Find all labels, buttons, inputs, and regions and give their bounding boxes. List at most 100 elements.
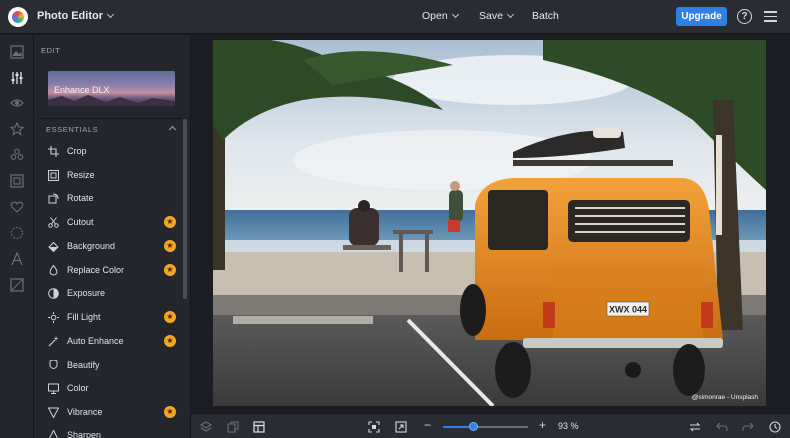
- essentials-section-header[interactable]: ESSENTIALS: [38, 118, 182, 136]
- droplet-icon: [49, 264, 58, 275]
- redo-icon[interactable]: [741, 420, 754, 433]
- fit-screen-icon[interactable]: [367, 420, 380, 433]
- scissors-icon: [48, 216, 59, 228]
- tool-label: Replace Color: [67, 265, 125, 275]
- tool-label: Color: [67, 383, 89, 393]
- bottom-toolbar: − + 93 %: [191, 413, 790, 438]
- app-logo-icon[interactable]: [8, 7, 28, 27]
- text-icon[interactable]: [9, 251, 25, 267]
- eye-icon[interactable]: [9, 95, 25, 111]
- tool-background[interactable]: Background ★: [48, 236, 178, 256]
- tool-label: Fill Light: [67, 312, 101, 322]
- chevron-down-icon: [451, 10, 459, 19]
- resize-icon: [48, 169, 59, 181]
- tool-rail: [0, 35, 34, 438]
- zoom-in-button[interactable]: +: [539, 418, 546, 432]
- tool-label: Vibrance: [67, 407, 103, 417]
- zoom-slider[interactable]: [443, 422, 528, 431]
- tool-label: Exposure: [67, 288, 106, 298]
- wand-icon: [48, 335, 59, 346]
- batch-label: Batch: [532, 10, 559, 22]
- edit-panel: EDIT Enhance DLX ESSENTIALS Crop Resize …: [34, 35, 191, 438]
- tool-exposure[interactable]: Exposure: [48, 283, 178, 303]
- frame-icon[interactable]: [9, 173, 25, 189]
- top-bar: Photo Editor Open Save Batch Upgrade ?: [0, 0, 790, 34]
- open-menu-button[interactable]: Open: [422, 10, 459, 22]
- hamburger-menu-icon[interactable]: [764, 11, 777, 22]
- chevron-down-icon: [506, 10, 514, 19]
- beach-van-photo: XWX 044: [213, 40, 766, 406]
- duplicate-icon[interactable]: [226, 420, 239, 433]
- chevron-up-icon: [168, 125, 177, 134]
- save-label: Save: [479, 10, 503, 22]
- tool-auto-enhance[interactable]: Auto Enhance ★: [48, 331, 178, 351]
- tool-beautify[interactable]: Beautify: [48, 355, 178, 375]
- tool-color[interactable]: Color: [48, 378, 178, 398]
- tool-cutout[interactable]: Cutout ★: [48, 212, 178, 232]
- premium-star-icon: ★: [164, 240, 176, 252]
- texture-icon[interactable]: [9, 225, 25, 241]
- zoom-slider-handle[interactable]: [469, 422, 478, 431]
- tool-sharpen[interactable]: Sharpen: [48, 425, 178, 438]
- essentials-label: ESSENTIALS: [46, 125, 99, 134]
- graphics-icon[interactable]: [9, 277, 25, 293]
- image-icon[interactable]: [9, 44, 25, 60]
- batch-button[interactable]: Batch: [532, 10, 559, 22]
- tool-label: Resize: [67, 170, 95, 180]
- sliders-icon[interactable]: [9, 70, 25, 86]
- help-icon[interactable]: ?: [737, 9, 752, 24]
- open-label: Open: [422, 10, 448, 22]
- premium-star-icon: ★: [164, 216, 176, 228]
- license-plate: XWX 044: [609, 305, 647, 315]
- premium-star-icon: ★: [164, 335, 176, 347]
- zoom-value: 93 %: [558, 421, 579, 431]
- tool-label: Beautify: [67, 360, 100, 370]
- tool-label: Background: [67, 241, 116, 251]
- save-menu-button[interactable]: Save: [479, 10, 514, 22]
- crop-icon: [48, 145, 59, 157]
- enhance-dlx-card[interactable]: Enhance DLX: [48, 71, 175, 106]
- panel-scrollbar[interactable]: [183, 119, 187, 299]
- upgrade-button[interactable]: Upgrade: [676, 7, 727, 26]
- photo-canvas[interactable]: XWX 044 @simonrae - Unsplash: [213, 40, 766, 406]
- compare-icon[interactable]: [688, 420, 701, 433]
- expand-icon[interactable]: [394, 420, 407, 433]
- rotate-icon: [48, 193, 59, 203]
- triangle-icon: [48, 407, 59, 418]
- tool-vibrance[interactable]: Vibrance ★: [48, 402, 178, 422]
- tool-label: Auto Enhance: [67, 336, 124, 346]
- star-icon[interactable]: [9, 121, 25, 137]
- tool-resize[interactable]: Resize: [48, 165, 178, 185]
- tool-label: Cutout: [67, 217, 94, 227]
- panel-title: EDIT: [41, 46, 61, 55]
- tool-rotate[interactable]: Rotate: [48, 188, 178, 208]
- premium-star-icon: ★: [164, 311, 176, 323]
- palette-icon: [48, 383, 59, 394]
- undo-icon[interactable]: [715, 420, 728, 433]
- tool-label: Rotate: [67, 193, 94, 203]
- face-icon: [49, 359, 58, 369]
- chevron-down-icon: [106, 10, 115, 19]
- tool-fill-light[interactable]: Fill Light ★: [48, 307, 178, 327]
- tool-replace-color[interactable]: Replace Color ★: [48, 260, 178, 280]
- eraser-icon: [48, 241, 59, 252]
- canvas-area: XWX 044 @simonrae - Unsplash: [191, 35, 790, 413]
- tool-label: Crop: [67, 146, 87, 156]
- enhance-dlx-label: Enhance DLX: [54, 85, 110, 95]
- brush-icon[interactable]: [9, 147, 25, 163]
- app-menu-label: Photo Editor: [37, 10, 103, 22]
- sharpen-icon: [48, 429, 59, 438]
- exposure-icon: [48, 287, 59, 299]
- history-icon[interactable]: [768, 420, 781, 433]
- zoom-out-button[interactable]: −: [424, 418, 431, 432]
- app-menu-button[interactable]: Photo Editor: [37, 10, 115, 22]
- template-icon[interactable]: [252, 420, 265, 433]
- tool-label: Sharpen: [67, 430, 102, 438]
- photo-credit: @simonrae - Unsplash: [691, 394, 758, 401]
- premium-star-icon: ★: [164, 406, 176, 418]
- heart-icon[interactable]: [9, 199, 25, 215]
- premium-star-icon: ★: [164, 264, 176, 276]
- tool-crop[interactable]: Crop: [48, 141, 178, 161]
- bulb-icon: [48, 311, 59, 323]
- layers-icon[interactable]: [199, 420, 212, 433]
